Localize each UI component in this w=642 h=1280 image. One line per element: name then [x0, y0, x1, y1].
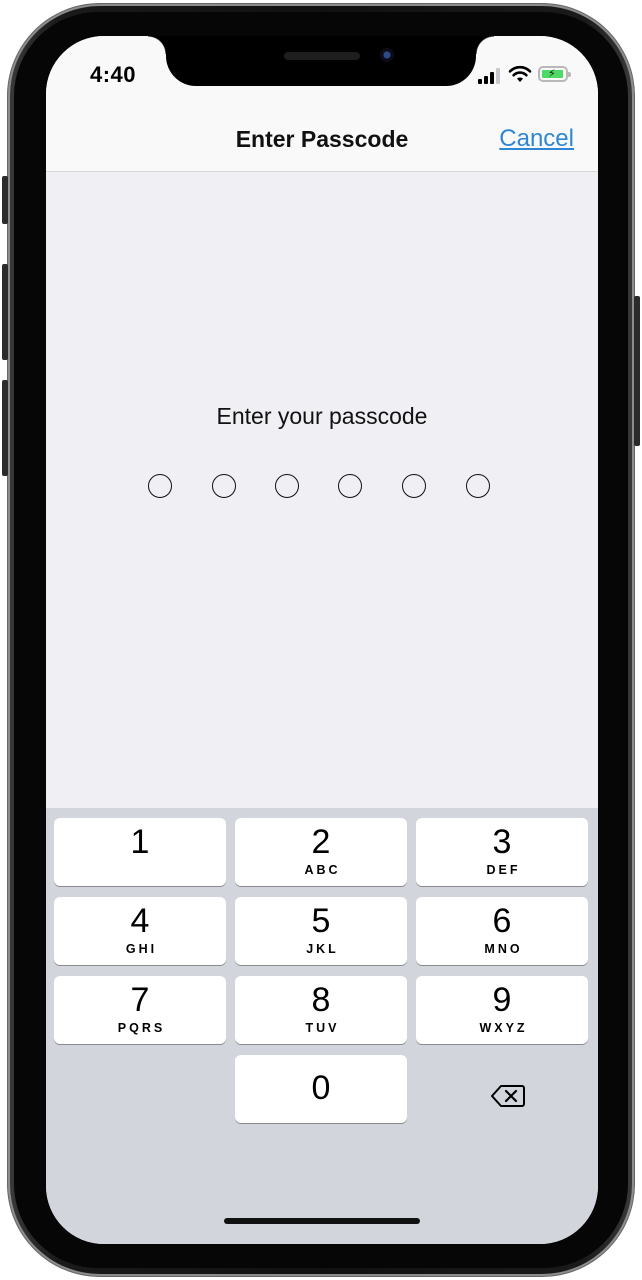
passcode-dot [402, 474, 426, 498]
front-camera [380, 48, 394, 62]
key-letters: DEF [486, 863, 521, 877]
key-digit: 8 [311, 981, 331, 1019]
key-5[interactable]: 5 JKL [235, 897, 407, 965]
key-digit: 9 [492, 981, 512, 1019]
key-letters: ABC [304, 863, 341, 877]
backspace-icon [491, 1085, 525, 1107]
passcode-dot [275, 474, 299, 498]
key-letters: MNO [484, 942, 523, 956]
key-6[interactable]: 6 MNO [416, 897, 588, 965]
cancel-button[interactable]: Cancel [499, 125, 574, 153]
key-digit: 6 [492, 902, 512, 940]
screen: 4:40 ⚡ Enter Passcode Cancel Enter your … [46, 36, 598, 1244]
key-digit: 3 [492, 823, 512, 861]
key-digit: 2 [311, 823, 331, 861]
key-letters: TUV [305, 1021, 340, 1035]
earpiece-speaker [284, 52, 360, 60]
passcode-dots [148, 474, 498, 504]
delete-button[interactable] [442, 1062, 572, 1130]
navigation-bar: Enter Passcode Cancel [46, 108, 598, 172]
key-digit: 4 [130, 902, 150, 940]
key-4[interactable]: 4 GHI [54, 897, 226, 965]
notch [148, 36, 494, 86]
key-letters: WXYZ [479, 1021, 528, 1035]
passcode-dot [466, 474, 490, 498]
key-letters: PQRS [117, 1021, 166, 1035]
passcode-dot [338, 474, 362, 498]
cellular-signal-icon [478, 68, 500, 84]
key-digit: 1 [130, 823, 150, 861]
passcode-dot [148, 474, 172, 498]
volume-up-button [2, 264, 8, 360]
passcode-prompt: Enter your passcode [216, 403, 428, 429]
key-digit: 5 [311, 902, 331, 940]
side-button [634, 296, 640, 446]
wifi-icon [508, 65, 532, 82]
status-time: 4:40 [90, 62, 137, 87]
key-3[interactable]: 3 DEF [416, 818, 588, 886]
key-0[interactable]: 0 [235, 1055, 407, 1123]
home-indicator[interactable] [224, 1218, 420, 1224]
key-letters: JKL [306, 942, 339, 956]
key-digit: 0 [311, 1069, 331, 1107]
numeric-keypad: 1 2 ABC 3 DEF 4 GHI 5 JKL 6 MNO 7 PQRS 8… [46, 808, 598, 1244]
key-2[interactable]: 2 ABC [235, 818, 407, 886]
volume-down-button [2, 380, 8, 476]
mute-switch [2, 176, 8, 224]
key-letters: GHI [125, 942, 158, 956]
battery-charging-icon: ⚡ [538, 66, 571, 82]
key-1[interactable]: 1 [54, 818, 226, 886]
key-8[interactable]: 8 TUV [235, 976, 407, 1044]
passcode-dot [212, 474, 236, 498]
key-digit: 7 [130, 981, 150, 1019]
key-7[interactable]: 7 PQRS [54, 976, 226, 1044]
key-9[interactable]: 9 WXYZ [416, 976, 588, 1044]
